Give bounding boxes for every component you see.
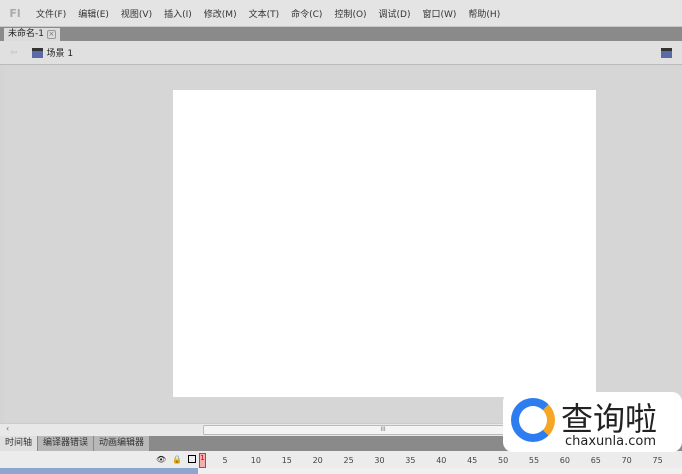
frame-tick-label: 60	[559, 456, 570, 465]
menu-item[interactable]: 控制(O)	[328, 7, 372, 20]
menu-item[interactable]: 调试(D)	[373, 7, 417, 20]
layer-name-cell[interactable]	[0, 468, 198, 474]
frame-ruler[interactable]: 👁 🔒 1 5 10 15 20 25 30 35 40 45 50 55 60 65 70 75	[0, 451, 682, 468]
frame-tick-label: 55	[528, 456, 540, 465]
menu-item[interactable]: 文件(F)	[30, 7, 72, 20]
close-icon[interactable]: ×	[46, 30, 56, 39]
frame-tick-label: 15	[281, 456, 292, 465]
menu-item[interactable]: 命令(C)	[285, 7, 328, 20]
magnifier-logo-icon	[511, 398, 555, 442]
frame-tick-label: 5	[222, 456, 228, 465]
tab-motion-editor[interactable]: 动画编辑器	[94, 436, 151, 451]
frame-tick-label: 20	[312, 456, 323, 465]
edit-scene-icon[interactable]	[661, 48, 672, 58]
outline-icon[interactable]	[188, 455, 197, 463]
scene-clapper-icon	[31, 47, 43, 58]
menu-item[interactable]: 窗口(W)	[417, 7, 463, 20]
menu-item[interactable]: 修改(M)	[198, 7, 243, 20]
lock-icon[interactable]: 🔒	[172, 455, 182, 464]
layer-row[interactable]	[0, 468, 682, 474]
eye-icon[interactable]: 👁	[156, 455, 166, 464]
edit-bar: ⇦ 场景 1	[0, 41, 682, 65]
frame-tick-label: 40	[436, 456, 447, 465]
tab-compiler-errors[interactable]: 编译器错误	[38, 436, 95, 451]
menu-item[interactable]: 编辑(E)	[72, 7, 115, 20]
menu-item[interactable]: 插入(I)	[158, 7, 198, 20]
frame-tick-label: 75	[652, 456, 663, 465]
app-logo: Fl	[9, 6, 21, 20]
watermark-logo: 查询啦 chaxunla.com	[503, 392, 682, 452]
frame-tick-label: 50	[498, 456, 509, 465]
frame-tick-label: 70	[621, 456, 632, 465]
watermark-url: chaxunla.com	[565, 434, 656, 449]
menu-item[interactable]: 帮助(H)	[462, 7, 506, 20]
document-tab-bar: 未命名-1 ×	[0, 27, 682, 41]
menu-bar: Fl 文件(F) 编辑(E) 视图(V) 插入(I) 修改(M) 文本(T) 命令(C) 控制…	[0, 0, 682, 27]
frame-tick-label: 65	[590, 456, 601, 465]
document-tab-label: 未命名-1	[8, 29, 44, 39]
scene-label[interactable]: 场景 1	[47, 46, 74, 59]
stage-canvas[interactable]	[173, 90, 596, 397]
menu-item[interactable]: 视图(V)	[115, 7, 158, 20]
scroll-left-icon[interactable]: ‹	[6, 424, 9, 433]
frame-tick-label: 25	[343, 456, 354, 465]
frame-tick-label: 10	[250, 456, 261, 465]
back-arrow-icon[interactable]: ⇦	[10, 48, 18, 58]
frame-tick-label: 30	[374, 456, 385, 465]
menu-item[interactable]: 文本(T)	[243, 7, 286, 20]
tab-timeline[interactable]: 时间轴	[0, 436, 39, 451]
document-tab[interactable]: 未命名-1 ×	[4, 28, 60, 41]
frame-tick-label: 35	[405, 456, 416, 465]
playhead[interactable]: 1	[199, 453, 206, 468]
frame-tick-label: 45	[467, 456, 478, 465]
